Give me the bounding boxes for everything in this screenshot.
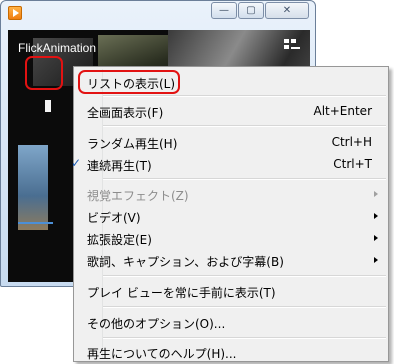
menu-item-repeat[interactable]: ✓ 連続再生(T) Ctrl+T xyxy=(71,153,386,175)
check-icon: ✓ xyxy=(71,156,82,170)
menu-item-shortcut: Alt+Enter xyxy=(313,104,372,118)
menu-separator xyxy=(103,337,386,339)
list-icon xyxy=(45,100,51,112)
menu-item-label: プレイ ビューを常に手前に表示(T) xyxy=(87,286,276,300)
media-player-icon xyxy=(8,6,22,20)
menu-item-label: 歌詞、キャプション、および字幕(B) xyxy=(87,255,284,269)
menu-item-label: その他のオプション(O)... xyxy=(87,317,226,331)
menu-item-enhancements[interactable]: 拡張設定(E) xyxy=(76,227,386,249)
highlight-box xyxy=(25,56,63,90)
menu-item-label: ランダム再生(H) xyxy=(87,137,178,151)
maximize-button[interactable]: ▢ xyxy=(238,2,264,19)
menu-item-label: 再生についてのヘルプ(H)... xyxy=(87,347,237,361)
menu-item-shortcut: Ctrl+T xyxy=(333,157,372,171)
caption-buttons: — ▢ ✕ xyxy=(210,2,309,19)
menu-item-always-on-top[interactable]: プレイ ビューを常に手前に表示(T) xyxy=(76,280,386,302)
menu-item-label: 拡張設定(E) xyxy=(87,233,152,247)
menu-item-playback-help[interactable]: 再生についてのヘルプ(H)... xyxy=(76,341,386,363)
title-bar[interactable]: — ▢ ✕ xyxy=(1,1,315,23)
menu-separator xyxy=(103,178,386,180)
menu-item-visualizations: 視覚エフェクト(Z) xyxy=(76,183,386,205)
menu-item-label: 全画面表示(F) xyxy=(87,106,164,120)
submenu-arrow-icon xyxy=(374,257,378,263)
menu-separator xyxy=(103,125,386,127)
menu-item-label: 連続再生(T) xyxy=(87,159,152,173)
menu-item-label: ビデオ(V) xyxy=(87,211,141,225)
context-menu: リストの表示(L) 全画面表示(F) Alt+Enter ランダム再生(H) C… xyxy=(71,66,389,363)
list-toggle-button[interactable] xyxy=(32,90,62,120)
menu-item-label: 視覚エフェクト(Z) xyxy=(87,189,189,203)
menu-separator xyxy=(103,275,386,277)
menu-item-shuffle[interactable]: ランダム再生(H) Ctrl+H xyxy=(76,131,386,153)
menu-item-lyrics-captions[interactable]: 歌詞、キャプション、および字幕(B) xyxy=(76,249,386,271)
menu-item-more-options[interactable]: その他のオプション(O)... xyxy=(76,311,386,333)
menu-item-video[interactable]: ビデオ(V) xyxy=(76,205,386,227)
minimize-button[interactable]: — xyxy=(211,2,237,19)
menu-separator xyxy=(103,306,386,308)
menu-separator xyxy=(103,95,386,97)
close-button[interactable]: ✕ xyxy=(265,2,309,19)
menu-item-shortcut: Ctrl+H xyxy=(331,135,372,149)
video-frame xyxy=(18,145,48,230)
seek-bar[interactable] xyxy=(18,222,53,224)
menu-item-fullscreen[interactable]: 全画面表示(F) Alt+Enter xyxy=(76,100,386,122)
submenu-arrow-icon xyxy=(374,213,378,219)
highlight-box xyxy=(78,70,180,94)
submenu-arrow-icon xyxy=(374,191,378,197)
submenu-arrow-icon xyxy=(374,235,378,241)
video-title: FlickAnimation xyxy=(18,41,97,55)
switch-to-library-icon[interactable] xyxy=(284,39,302,53)
